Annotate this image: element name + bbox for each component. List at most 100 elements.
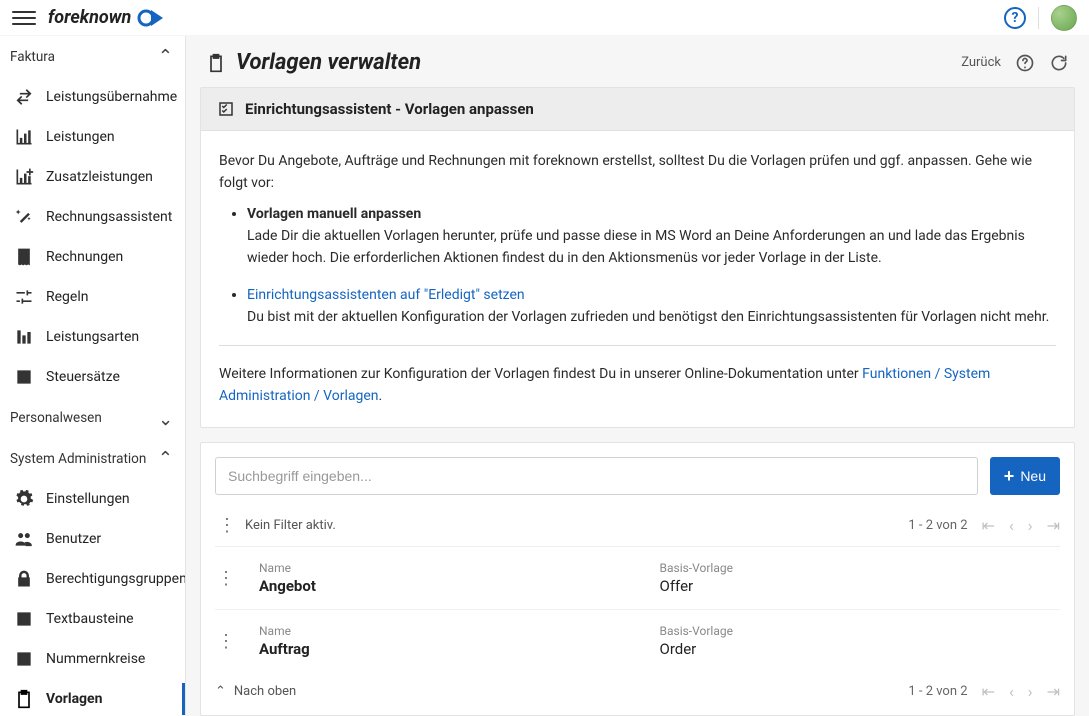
chevron-down-icon: ⌃ [158, 407, 173, 428]
row-name: Angebot [259, 577, 660, 595]
back-link[interactable]: Zurück [961, 55, 1001, 70]
sidebar-item-leistungen[interactable]: Leistungen [0, 117, 185, 157]
sidebar-item-label: Rechnungen [46, 249, 123, 265]
filter-menu-button[interactable]: ⋮ [215, 515, 235, 536]
sidebar-item-berechtigungsgruppen[interactable]: Berechtigungsgruppen [0, 559, 185, 599]
page-prev-button[interactable]: ‹ [1009, 516, 1014, 535]
sidebar-group-faktura[interactable]: Faktura ⌃ [0, 36, 185, 77]
templates-list-card: + Neu ⋮ Kein Filter aktiv. 1 - 2 von 2 ⇤… [200, 442, 1075, 716]
search-input[interactable] [215, 457, 978, 495]
chevron-up-icon: ⌃ [158, 46, 173, 67]
sidebar-item-einstellungen[interactable]: Einstellungen [0, 479, 185, 519]
wizard-bullet-body: Lade Dir die aktuellen Vorlagen herunter… [247, 228, 1025, 266]
lock-icon [14, 569, 34, 589]
sidebar-group-label: Faktura [10, 49, 55, 65]
users-icon [14, 529, 34, 549]
sidebar-item-steuersaetze[interactable]: Steuersätze [0, 357, 185, 397]
avatar[interactable] [1051, 5, 1077, 31]
sidebar-item-label: Leistungsübernahme [46, 89, 177, 105]
sidebar-item-textbausteine[interactable]: Textbausteine [0, 599, 185, 639]
page-header: Vorlagen verwalten Zurück [200, 48, 1075, 77]
percent-box-icon [14, 367, 34, 387]
table-row: ⋮ Name Angebot Basis-Vorlage Offer [215, 547, 1060, 610]
help-icon[interactable]: ? [1004, 7, 1026, 29]
col-name-label: Name [259, 561, 660, 575]
clipboard-icon [14, 689, 34, 709]
template-list: ⋮ Name Angebot Basis-Vorlage Offer ⋮ Nam… [215, 547, 1060, 672]
col-base-label: Basis-Vorlage [660, 561, 1061, 575]
sidebar-item-label: Textbausteine [46, 611, 134, 627]
sidebar-item-label: Leistungsarten [46, 329, 139, 345]
sidebar-item-zusatzleistungen[interactable]: Zusatzleistungen [0, 157, 185, 197]
sidebar-item-label: Berechtigungsgruppen [46, 571, 186, 587]
sidebar-item-regeln[interactable]: Regeln [0, 277, 185, 317]
brand: foreknown [48, 7, 165, 28]
main: Vorlagen verwalten Zurück Einrichtungsas… [186, 36, 1089, 716]
new-button[interactable]: + Neu [990, 457, 1060, 495]
back-to-top-label: Nach oben [234, 684, 296, 699]
page-first-button[interactable]: ⇤ [982, 682, 995, 701]
filter-row: ⋮ Kein Filter aktiv. 1 - 2 von 2 ⇤ ‹ › ⇥ [215, 509, 1060, 547]
topbar: foreknown ? [0, 0, 1089, 36]
swap-icon [14, 87, 34, 107]
page-next-button[interactable]: › [1028, 516, 1033, 535]
brand-name: foreknown [48, 7, 131, 28]
sidebar-item-label: Einstellungen [46, 491, 130, 507]
help-icon[interactable] [1015, 53, 1035, 73]
chart-plus-icon [14, 167, 34, 187]
sidebar-item-rechnungen[interactable]: Rechnungen [0, 237, 185, 277]
row-base: Order [660, 640, 1061, 658]
wizard-title: Einrichtungsassistent - Vorlagen anpasse… [245, 100, 534, 118]
wizard-footnote-pre: Weitere Informationen zur Konfiguration … [219, 366, 862, 382]
sidebar-item-leistungsuebernahme[interactable]: Leistungsübernahme [0, 77, 185, 117]
wand-icon [14, 207, 34, 227]
page-prev-button[interactable]: ‹ [1009, 682, 1014, 701]
sidebar-item-label: Zusatzleistungen [46, 169, 153, 185]
page-last-button[interactable]: ⇥ [1047, 516, 1060, 535]
sidebar-item-benutzer[interactable]: Benutzer [0, 519, 185, 559]
sidebar: Faktura ⌃ Leistungsübernahme Leistungen … [0, 36, 186, 716]
brand-logo-icon [137, 8, 165, 28]
sidebar-item-label: Benutzer [46, 531, 101, 547]
bars-icon [14, 327, 34, 347]
back-to-top-button[interactable]: ⌃ Nach oben [215, 684, 296, 699]
page-first-button[interactable]: ⇤ [982, 516, 995, 535]
sidebar-item-label: Regeln [46, 289, 88, 305]
page-next-button[interactable]: › [1028, 682, 1033, 701]
sidebar-item-label: Rechnungsassistent [46, 209, 172, 225]
gear-icon [14, 489, 34, 509]
plus-icon: + [1004, 467, 1015, 485]
page-last-button[interactable]: ⇥ [1047, 682, 1060, 701]
text-icon [14, 609, 34, 629]
sidebar-group-label: System Administration [10, 451, 146, 467]
row-name: Auftrag [259, 640, 660, 658]
sidebar-group-label: Personalwesen [10, 410, 102, 426]
list-footer: ⌃ Nach oben 1 - 2 von 2 ⇤ ‹ › ⇥ [215, 672, 1060, 709]
sidebar-item-label: Leistungen [46, 129, 115, 145]
wizard-bullet-body: Du bist mit der aktuellen Konfiguration … [247, 309, 1049, 325]
tune-icon [14, 287, 34, 307]
wizard-footnote-post: . [379, 388, 383, 404]
clipboard-icon [206, 53, 226, 73]
sidebar-item-label: Vorlagen [46, 691, 102, 707]
filter-status: Kein Filter aktiv. [245, 518, 336, 533]
wizard-bullet-title: Vorlagen manuell anpassen [247, 206, 421, 222]
menu-toggle-button[interactable] [12, 6, 36, 30]
wizard-done-link[interactable]: Einrichtungsassistenten auf "Erledigt" s… [247, 287, 525, 303]
refresh-icon[interactable] [1049, 53, 1069, 73]
page-title: Vorlagen verwalten [236, 50, 421, 75]
row-menu-button[interactable]: ⋮ [217, 568, 237, 589]
row-base: Offer [660, 577, 1061, 595]
sidebar-item-rechnungsassistent[interactable]: Rechnungsassistent [0, 197, 185, 237]
checklist-icon [217, 100, 235, 118]
wizard-card: Einrichtungsassistent - Vorlagen anpasse… [200, 87, 1075, 428]
sidebar-item-nummernkreise[interactable]: Nummernkreise [0, 639, 185, 679]
sidebar-item-leistungsarten[interactable]: Leistungsarten [0, 317, 185, 357]
receipt-icon [14, 247, 34, 267]
sidebar-group-personalwesen[interactable]: Personalwesen ⌃ [0, 397, 185, 438]
sidebar-item-vorlagen[interactable]: Vorlagen [0, 679, 185, 716]
table-row: ⋮ Name Auftrag Basis-Vorlage Order [215, 610, 1060, 672]
row-menu-button[interactable]: ⋮ [217, 631, 237, 652]
wizard-intro: Bevor Du Angebote, Aufträge und Rechnung… [219, 151, 1056, 194]
sidebar-group-system-administration[interactable]: System Administration ⌃ [0, 438, 185, 479]
